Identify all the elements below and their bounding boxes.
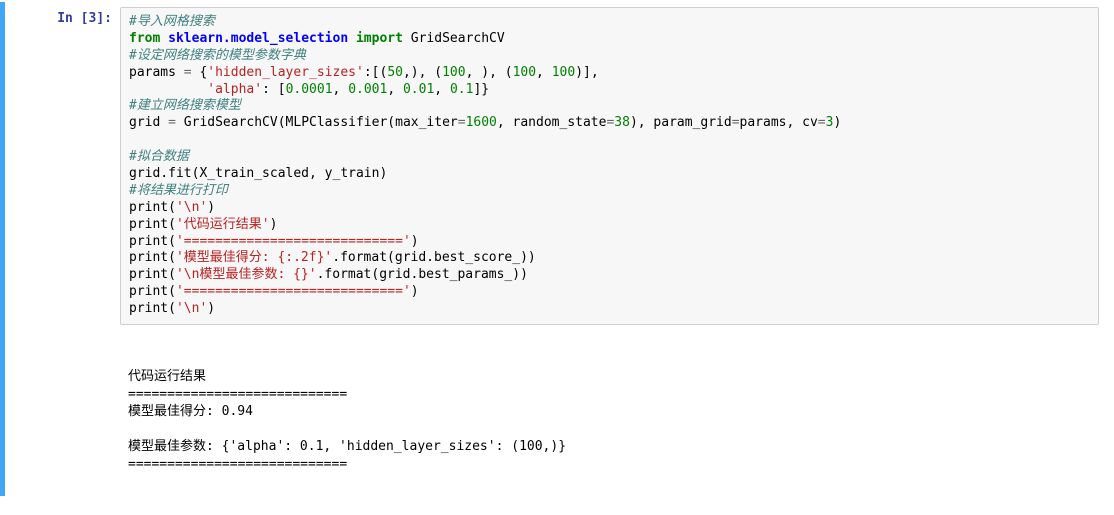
code-text: ]}	[473, 82, 489, 97]
output-line: ============================	[128, 457, 347, 472]
code-text: params, cv	[740, 115, 818, 130]
keyword-import: import	[348, 31, 411, 46]
string-literal: '\n模型最佳参数: {}'	[176, 267, 317, 282]
string-literal: 'hidden_layer_sizes'	[207, 65, 364, 80]
code-text: print(	[129, 284, 176, 299]
output-line: 模型最佳得分: 0.94	[128, 404, 253, 419]
code-text: .format(grid.best_params_))	[317, 267, 528, 282]
code-text: .format(grid.best_score_))	[332, 250, 536, 265]
code-text: grid.fit(X_train_scaled, y_train)	[129, 166, 387, 181]
code-comment: #建立网络搜索模型	[129, 98, 241, 113]
operator: =	[458, 115, 466, 130]
code-comment: #拟合数据	[129, 149, 189, 164]
code-comment: #设定网络搜索的模型参数字典	[129, 48, 306, 63]
code-text: )	[411, 284, 419, 299]
var-name: grid	[129, 115, 168, 130]
code-text: print(	[129, 267, 176, 282]
code-text: print(	[129, 200, 176, 215]
code-comment: #导入网格搜索	[129, 14, 215, 29]
number-literal: 1600	[466, 115, 497, 130]
code-input[interactable]: #导入网格搜索 from sklearn.model_selection imp…	[120, 7, 1099, 325]
class-name: GridSearchCV	[411, 31, 505, 46]
code-output: 代码运行结果 ============================ 模型最佳…	[120, 325, 1099, 491]
number-literal: 0.001	[348, 82, 387, 97]
number-literal: 100	[552, 65, 575, 80]
code-text: print(	[129, 301, 176, 316]
output-line: 代码运行结果	[128, 369, 206, 384]
code-text: )	[207, 200, 215, 215]
code-text: ,	[387, 82, 403, 97]
string-literal: '代码运行结果'	[176, 217, 270, 232]
code-text: print(	[129, 217, 176, 232]
code-text: print(	[129, 234, 176, 249]
string-literal: '\n'	[176, 200, 207, 215]
code-text: )	[270, 217, 278, 232]
string-literal: '============================'	[176, 234, 411, 249]
code-comment: #将结果进行打印	[129, 183, 228, 198]
number-literal: 100	[442, 65, 465, 80]
prompt-area: In [3]:	[5, 7, 120, 491]
string-literal: '\n'	[176, 301, 207, 316]
keyword-from: from	[129, 31, 168, 46]
code-text: GridSearchCV(MLPClassifier(max_iter	[176, 115, 458, 130]
input-prompt: In [3]:	[57, 11, 112, 26]
number-literal: 0.1	[450, 82, 473, 97]
module-name: sklearn.model_selection	[168, 31, 348, 46]
code-text: )	[833, 115, 841, 130]
var-name: params	[129, 65, 184, 80]
code-text: ), param_grid	[630, 115, 732, 130]
code-text: , random_state	[497, 115, 607, 130]
notebook-cell: In [3]: #导入网格搜索 from sklearn.model_selec…	[0, 2, 1114, 496]
code-text: print(	[129, 250, 176, 265]
indent	[129, 82, 207, 97]
cell-content: #导入网格搜索 from sklearn.model_selection imp…	[120, 7, 1109, 491]
string-literal: 'alpha'	[207, 82, 262, 97]
number-literal: 0.01	[403, 82, 434, 97]
number-literal: 50	[387, 65, 403, 80]
operator: =	[818, 115, 826, 130]
code-text: {	[192, 65, 208, 80]
string-literal: '============================'	[176, 284, 411, 299]
string-literal: '模型最佳得分: {:.2f}'	[176, 250, 332, 265]
output-line: 模型最佳参数: {'alpha': 0.1, 'hidden_layer_siz…	[128, 439, 566, 454]
operator: =	[184, 65, 192, 80]
number-literal: 100	[513, 65, 536, 80]
code-text: ,	[333, 82, 349, 97]
code-text: )	[411, 234, 419, 249]
output-line: ============================	[128, 387, 347, 402]
number-literal: 0.0001	[286, 82, 333, 97]
code-text: ,	[434, 82, 450, 97]
code-text: , ), (	[466, 65, 513, 80]
code-text: ,), (	[403, 65, 442, 80]
code-text: : [	[262, 82, 285, 97]
number-literal: 38	[614, 115, 630, 130]
code-text: )],	[575, 65, 598, 80]
operator: =	[732, 115, 740, 130]
code-text: )	[207, 301, 215, 316]
code-text: :[(	[364, 65, 387, 80]
operator: =	[168, 115, 176, 130]
code-text: ,	[536, 65, 552, 80]
